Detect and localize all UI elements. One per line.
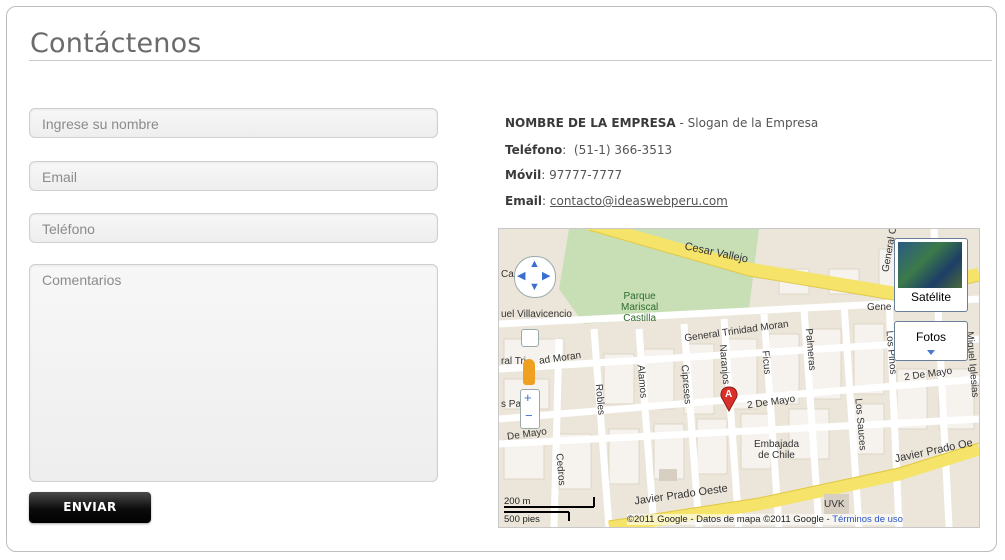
- satellite-toggle[interactable]: Satélite: [894, 238, 968, 312]
- pan-right-icon[interactable]: ▶: [542, 269, 550, 282]
- pan-left-icon[interactable]: ◀: [517, 269, 525, 282]
- pan-control[interactable]: ▲ ◀ ▶ ▼: [514, 256, 556, 298]
- street-ficus: Ficus: [759, 350, 773, 375]
- satellite-thumbnail: [898, 242, 962, 288]
- photos-label: Fotos: [915, 330, 946, 344]
- email-label: Email: [505, 194, 543, 208]
- phone-line: Teléfono: (51-1) 366-3513: [505, 143, 673, 157]
- mobile-line: Móvil: 97777-7777: [505, 168, 623, 182]
- embassy-label: Embajada de Chile: [754, 439, 800, 461]
- submit-button[interactable]: ENVIAR: [29, 492, 151, 523]
- google-map[interactable]: Cesar Vallejo uel Villavicencio Parque M…: [498, 228, 980, 528]
- street-gene: Gene: [867, 302, 892, 313]
- satellite-label: Satélite: [910, 290, 952, 304]
- map-copyright: ©2011 Google - Datos de mapa ©2011 Googl…: [627, 514, 903, 525]
- company-slogan: Slogan de la Empresa: [687, 116, 819, 130]
- mobile-value: 97777-7777: [549, 168, 623, 182]
- zoom-control[interactable]: + −: [520, 389, 540, 429]
- email-link[interactable]: contacto@ideaswebperu.com: [550, 194, 728, 208]
- zoom-out-icon[interactable]: −: [525, 408, 533, 423]
- photos-toggle[interactable]: Fotos: [894, 321, 968, 361]
- scale-meters: 200 m: [504, 496, 531, 507]
- email-line: Email: contacto@ideaswebperu.com: [505, 194, 728, 208]
- chevron-down-icon: [927, 350, 935, 355]
- terms-link[interactable]: Términos de uso: [832, 514, 903, 525]
- title-divider: [29, 60, 992, 61]
- zoom-in-icon[interactable]: +: [524, 390, 532, 405]
- scale-feet: 500 pies: [504, 514, 540, 525]
- marker-label: A: [725, 389, 733, 400]
- reset-icon[interactable]: [521, 329, 539, 347]
- mobile-label: Móvil: [505, 168, 542, 182]
- phone-value: (51-1) 366-3513: [573, 143, 673, 157]
- street-villavicencio: uel Villavicencio: [501, 309, 572, 320]
- street-ca: Ca: [501, 269, 514, 280]
- pan-down-icon[interactable]: ▼: [529, 281, 540, 293]
- page-title: Contáctenos: [30, 28, 202, 59]
- company-line: NOMBRE DE LA EMPRESA - Slogan de la Empr…: [505, 116, 818, 130]
- phone-label: Teléfono: [505, 143, 563, 157]
- company-separator: -: [675, 116, 688, 130]
- pegman-icon[interactable]: [523, 359, 535, 385]
- park-label: Parque Mariscal Castilla: [621, 291, 659, 324]
- pan-up-icon[interactable]: ▲: [529, 258, 540, 270]
- phone-input[interactable]: Teléfono: [29, 213, 438, 243]
- email-input[interactable]: Email: [29, 161, 438, 191]
- company-name: NOMBRE DE LA EMPRESA: [505, 116, 676, 130]
- name-input[interactable]: Ingrese su nombre: [29, 108, 438, 138]
- comments-textarea[interactable]: Comentarios: [29, 264, 438, 482]
- uvk-label: UVK: [824, 499, 845, 510]
